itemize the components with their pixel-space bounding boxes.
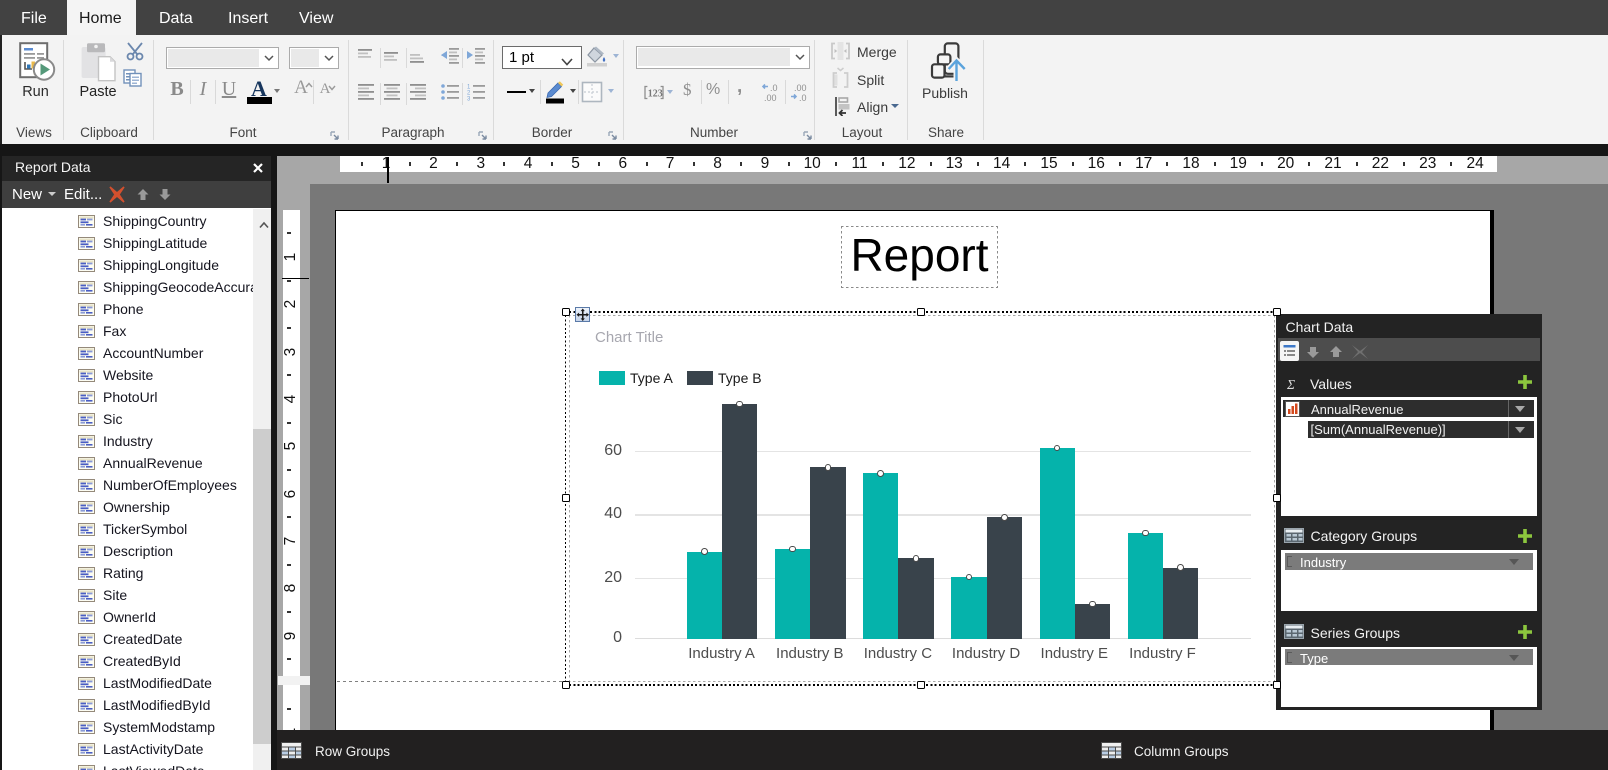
svg-text:.0: .0 bbox=[799, 93, 807, 102]
svg-text:.00: .00 bbox=[764, 93, 777, 102]
svg-text:.00: .00 bbox=[794, 83, 807, 93]
svg-text:3: 3 bbox=[467, 97, 471, 102]
svg-text:.0: .0 bbox=[770, 83, 778, 93]
svg-text:123: 123 bbox=[648, 89, 663, 100]
